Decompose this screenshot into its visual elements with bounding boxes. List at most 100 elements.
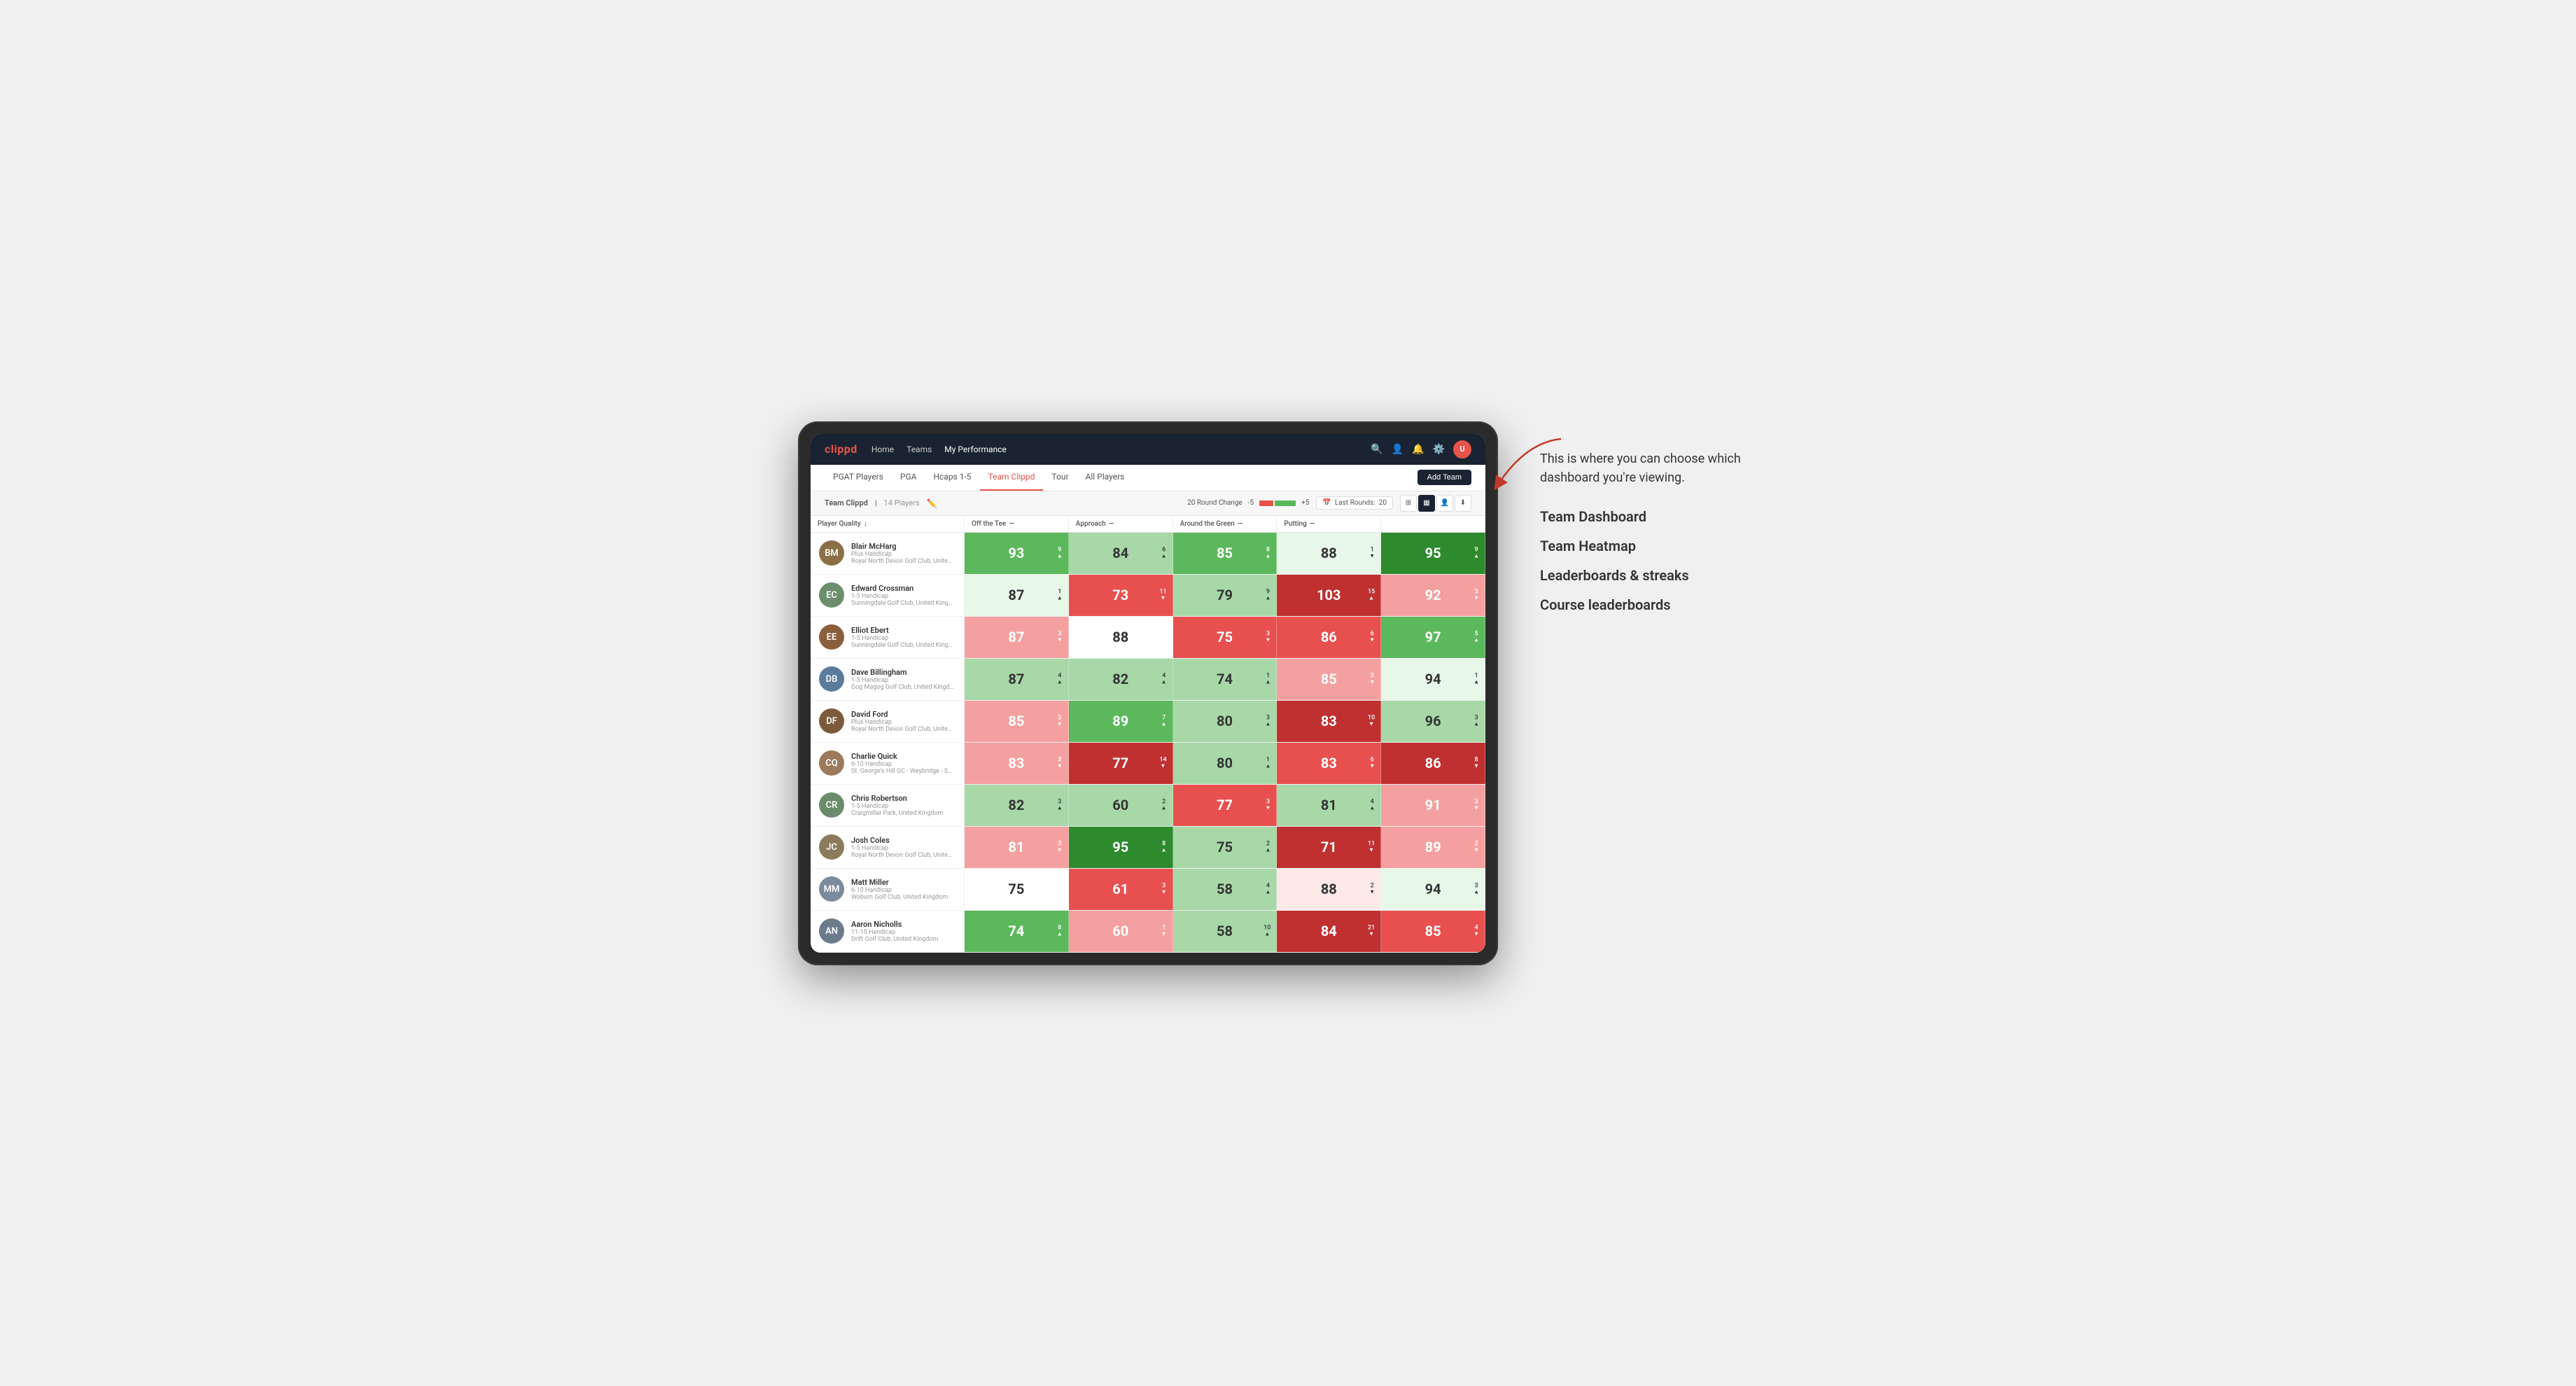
score-cell[interactable]: 858▲ <box>1173 533 1278 574</box>
score-cell[interactable]: 943▲ <box>1381 869 1485 910</box>
score-change: 2▼ <box>1369 883 1375 895</box>
score-value: 81 <box>1008 839 1024 855</box>
score-cell[interactable]: 773▼ <box>1173 785 1278 826</box>
score-cell[interactable]: 7311▼ <box>1069 575 1173 616</box>
score-cell[interactable]: 602▲ <box>1069 785 1173 826</box>
score-cell[interactable]: 88 <box>1069 617 1173 658</box>
score-cell[interactable]: 803▲ <box>1173 701 1278 742</box>
score-cell[interactable]: 882▼ <box>1277 869 1381 910</box>
score-cell[interactable]: 871▲ <box>965 575 1069 616</box>
score-cell[interactable]: 75 <box>965 869 1069 910</box>
score-cell[interactable]: 853▼ <box>1277 659 1381 700</box>
score-cell[interactable]: 613▼ <box>1069 869 1173 910</box>
search-icon[interactable]: 🔍 <box>1371 444 1382 455</box>
player-info[interactable]: CRChris Robertson1-5 HandicapCraigmillar… <box>811 785 965 826</box>
score-cell[interactable]: 813▼ <box>965 827 1069 868</box>
nav-home[interactable]: Home <box>872 444 894 454</box>
score-cell[interactable]: 753▼ <box>1173 617 1278 658</box>
score-cell[interactable]: 836▼ <box>1277 743 1381 784</box>
score-value: 87 <box>1008 671 1024 687</box>
add-team-button[interactable]: Add Team <box>1418 470 1471 485</box>
player-info[interactable]: DFDavid FordPlus HandicapRoyal North Dev… <box>811 701 965 742</box>
player-club: Royal North Devon Golf Club, United King… <box>851 726 955 733</box>
score-change: 6▲ <box>1161 547 1167 559</box>
score-cell[interactable]: 868▼ <box>1381 743 1485 784</box>
score-cell[interactable]: 7111▼ <box>1277 827 1381 868</box>
score-cell[interactable]: 873▼ <box>965 617 1069 658</box>
score-cell[interactable]: 584▲ <box>1173 869 1278 910</box>
avatar: DB <box>819 666 844 692</box>
sub-nav-pga[interactable]: PGA <box>892 465 925 491</box>
change-arrow: ▼ <box>1474 764 1479 769</box>
score-cell[interactable]: 975▲ <box>1381 617 1485 658</box>
player-info[interactable]: ANAaron Nicholls11-15 HandicapDrift Golf… <box>811 911 965 952</box>
player-info[interactable]: JCJosh Coles1-5 HandicapRoyal North Devo… <box>811 827 965 868</box>
score-cell[interactable]: 814▲ <box>1277 785 1381 826</box>
profile-icon[interactable]: 👤 <box>1392 444 1404 455</box>
settings-icon[interactable]: ⚙️ <box>1433 444 1445 455</box>
score-cell[interactable]: 892▼ <box>1381 827 1485 868</box>
score-cell[interactable]: 7714▼ <box>1069 743 1173 784</box>
avatar[interactable]: U <box>1453 440 1471 458</box>
score-cell[interactable]: 10315▲ <box>1277 575 1381 616</box>
score-cell[interactable]: 874▲ <box>965 659 1069 700</box>
score-cell[interactable]: 8310▼ <box>1277 701 1381 742</box>
score-cell[interactable]: 846▲ <box>1069 533 1173 574</box>
score-value: 96 <box>1425 713 1441 729</box>
score-cell[interactable]: 833▼ <box>965 743 1069 784</box>
bell-icon[interactable]: 🔔 <box>1412 444 1424 455</box>
nav-my-performance[interactable]: My Performance <box>944 444 1007 454</box>
last-rounds-button[interactable]: 📅 Last Rounds: 20 <box>1316 496 1393 510</box>
score-cell[interactable]: 799▲ <box>1173 575 1278 616</box>
score-cell[interactable]: 923▼ <box>1381 575 1485 616</box>
view-table-icon[interactable]: ▦ <box>1418 495 1435 512</box>
score-change: 3▲ <box>1265 715 1270 727</box>
score-change: 14▼ <box>1159 757 1166 769</box>
score-cell[interactable]: 601▼ <box>1069 911 1173 952</box>
score-value: 86 <box>1321 629 1337 645</box>
player-info[interactable]: ECEdward Crossman1-5 HandicapSunningdale… <box>811 575 965 616</box>
view-download-icon[interactable]: ⬇ <box>1455 495 1471 512</box>
view-grid-icon[interactable]: ⊞ <box>1400 495 1417 512</box>
change-arrow: ▲ <box>1057 680 1063 685</box>
score-cell[interactable]: 86 6▼ <box>1277 617 1381 658</box>
score-cell[interactable]: 823▲ <box>965 785 1069 826</box>
score-cell[interactable]: 801▲ <box>1173 743 1278 784</box>
change-arrow: ▲ <box>1161 680 1167 685</box>
score-cell[interactable]: 741▲ <box>1173 659 1278 700</box>
score-cell[interactable]: 853▼ <box>965 701 1069 742</box>
score-cell[interactable]: 959▲ <box>1381 533 1485 574</box>
col-player-arrow: ↓ <box>864 520 867 528</box>
score-cell[interactable]: 8421▼ <box>1277 911 1381 952</box>
player-info[interactable]: MMMatt Miller6-10 HandicapWoburn Golf Cl… <box>811 869 965 910</box>
score-cell[interactable]: 824▲ <box>1069 659 1173 700</box>
score-cell[interactable]: 913▼ <box>1381 785 1485 826</box>
score-cell[interactable]: 752▲ <box>1173 827 1278 868</box>
score-cell[interactable]: 748▲ <box>965 911 1069 952</box>
player-info[interactable]: DBDave Billingham1-5 HandicapGog Magog G… <box>811 659 965 700</box>
score-cell[interactable]: 881▼ <box>1277 533 1381 574</box>
nav-teams[interactable]: Teams <box>906 444 932 454</box>
player-info[interactable]: CQCharlie Quick6-10 HandicapSt. George's… <box>811 743 965 784</box>
score-cell[interactable]: 963▲ <box>1381 701 1485 742</box>
score-change: 6▼ <box>1369 631 1375 643</box>
score-cell[interactable]: 5810▲ <box>1173 911 1278 952</box>
score-value: 87 <box>1008 629 1024 645</box>
player-info[interactable]: EEElliot Ebert1-5 HandicapSunningdale Go… <box>811 617 965 658</box>
sub-nav-all-players[interactable]: All Players <box>1077 465 1133 491</box>
score-cell[interactable]: 941▲ <box>1381 659 1485 700</box>
sub-nav-tour[interactable]: Tour <box>1043 465 1077 491</box>
score-cell[interactable]: 958▲ <box>1069 827 1173 868</box>
score-cell[interactable]: 854▼ <box>1381 911 1485 952</box>
edit-icon[interactable]: ✏️ <box>927 498 937 508</box>
score-cell[interactable]: 939▲ <box>965 533 1069 574</box>
table-row: ANAaron Nicholls11-15 HandicapDrift Golf… <box>811 911 1485 953</box>
score-change: 4▲ <box>1161 673 1167 685</box>
sub-nav-hcaps[interactable]: Hcaps 1-5 <box>925 465 979 491</box>
sub-nav-pgat[interactable]: PGAT Players <box>825 465 892 491</box>
player-info[interactable]: BMBlair McHargPlus HandicapRoyal North D… <box>811 533 965 574</box>
change-arrow: ▲ <box>1057 806 1063 811</box>
sub-nav-team-clippd[interactable]: Team Clippd <box>980 465 1044 491</box>
score-cell[interactable]: 897▲ <box>1069 701 1173 742</box>
view-person-icon[interactable]: 👤 <box>1436 495 1453 512</box>
